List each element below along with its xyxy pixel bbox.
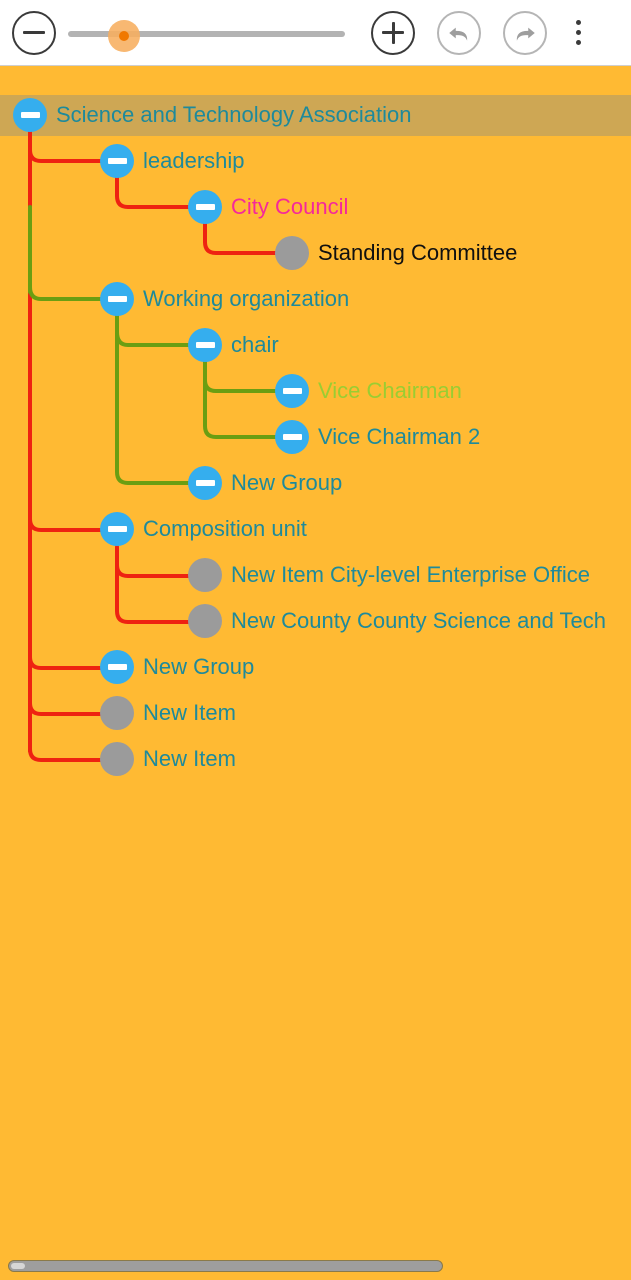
plus-icon	[382, 21, 404, 44]
tree-node-label: New Item	[143, 746, 236, 771]
tree-node-composition-unit[interactable]: Composition unit	[100, 512, 307, 546]
collapse-toggle-icon[interactable]	[13, 98, 47, 132]
horizontal-scrollbar[interactable]	[8, 1260, 443, 1272]
tree-node-new-item-2[interactable]: New Item	[100, 742, 236, 776]
undo-button[interactable]	[437, 10, 481, 55]
tree-node-new-item-1[interactable]: New Item	[100, 696, 236, 730]
tree-node-city-council[interactable]: City Council	[188, 190, 348, 224]
tree-node-label: Composition unit	[143, 516, 307, 541]
tree-node-label: New County County Science and Tech	[231, 608, 607, 633]
tree-node-label: leadership	[143, 148, 245, 173]
tree-node-vice-chairman[interactable]: Vice Chairman	[275, 374, 462, 408]
tree-node-leadership[interactable]: leadership	[100, 144, 245, 178]
tree-node-root[interactable]: Science and Technology Association	[13, 98, 412, 132]
tree-node-label: Working organization	[143, 286, 350, 311]
zoom-out-button[interactable]	[12, 10, 56, 55]
leaf-bullet-icon[interactable]	[100, 742, 134, 776]
tree-node-label: New Item	[143, 700, 236, 725]
horizontal-scrollbar-thumb[interactable]	[11, 1263, 25, 1269]
toolbar	[0, 0, 631, 66]
tree-node-label: Standing Committee	[318, 240, 518, 265]
tree-node-working-organization[interactable]: Working organization	[100, 282, 349, 316]
collapse-toggle-icon[interactable]	[275, 374, 309, 408]
collapse-toggle-icon[interactable]	[100, 512, 134, 546]
collapse-toggle-icon[interactable]	[100, 282, 134, 316]
tree-node-label: Vice Chairman 2	[318, 424, 481, 449]
leaf-bullet-icon[interactable]	[275, 236, 309, 270]
dot-icon	[575, 20, 581, 25]
collapse-toggle-icon[interactable]	[188, 466, 222, 500]
mindmap-canvas[interactable]: Science and Technology Association leade…	[0, 67, 631, 1280]
collapse-toggle-icon[interactable]	[188, 328, 222, 362]
tree-node-vice-chairman-2[interactable]: Vice Chairman 2	[275, 420, 480, 454]
redo-icon	[516, 27, 535, 41]
leaf-bullet-icon[interactable]	[188, 604, 222, 638]
tree-node-new-county[interactable]: New County County Science and Tech	[188, 604, 606, 638]
tree-node-new-group-2[interactable]: New Group	[100, 650, 254, 684]
tree-node-label: Vice Chairman	[318, 378, 462, 403]
collapse-toggle-icon[interactable]	[275, 420, 309, 454]
tree-node-label: New Group	[143, 654, 255, 679]
overflow-menu-button[interactable]	[561, 11, 595, 55]
tree-node-label: chair	[231, 332, 279, 357]
tree-node-label: City Council	[231, 194, 349, 219]
leaf-bullet-icon[interactable]	[100, 696, 134, 730]
zoom-slider[interactable]	[64, 11, 349, 55]
leaf-bullet-icon[interactable]	[188, 558, 222, 592]
tree-node-chair[interactable]: chair	[188, 328, 279, 362]
tree-node-label: Science and Technology Association	[56, 102, 412, 127]
collapse-toggle-icon[interactable]	[188, 190, 222, 224]
collapse-toggle-icon[interactable]	[100, 144, 134, 178]
dot-icon	[575, 40, 581, 45]
tree-node-label: New Item City-level Enterprise Office	[231, 562, 591, 587]
tree-node-standing-committee[interactable]: Standing Committee	[275, 236, 517, 270]
collapse-toggle-icon[interactable]	[100, 650, 134, 684]
tree-node-new-item-city-level[interactable]: New Item City-level Enterprise Office	[188, 558, 590, 592]
zoom-in-button[interactable]	[371, 10, 415, 55]
zoom-slider-thumb[interactable]	[119, 30, 129, 41]
tree-node-label: New Group	[231, 470, 343, 495]
minus-icon	[23, 31, 45, 34]
undo-icon	[449, 27, 468, 41]
redo-button[interactable]	[503, 10, 547, 55]
dot-icon	[575, 30, 581, 35]
tree-node-new-group-1[interactable]: New Group	[188, 466, 342, 500]
